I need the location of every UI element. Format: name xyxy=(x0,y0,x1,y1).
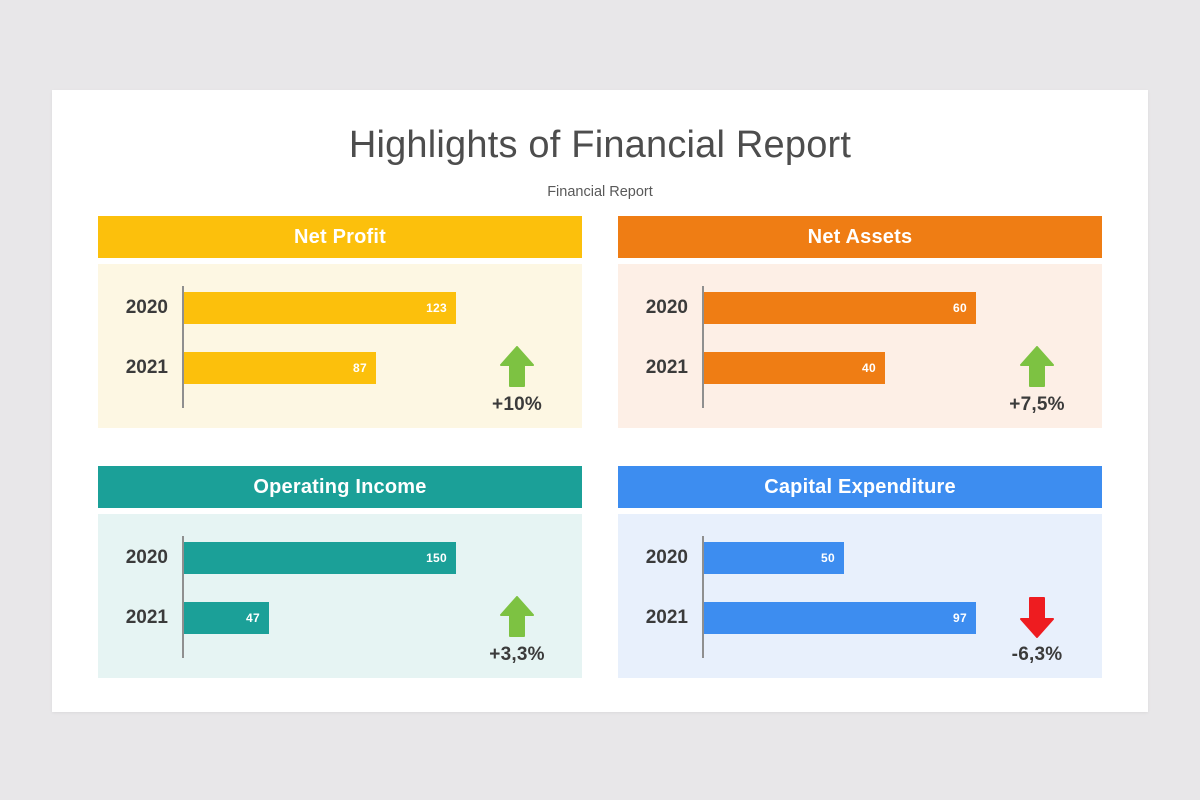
bar[interactable]: 150 xyxy=(184,542,456,574)
bar-track: 150 xyxy=(184,542,456,574)
arrow-up-icon xyxy=(500,346,534,387)
card-body: 2020 150 2021 47 +3,3% xyxy=(98,514,582,678)
bar-category-label: 2021 xyxy=(645,357,688,378)
bar-category-label: 2021 xyxy=(125,607,168,628)
card-title: Net Assets xyxy=(807,225,913,248)
card-title: Capital Expenditure xyxy=(764,475,956,498)
horizontal-bar-chart: 2020 60 2021 40 +7,5% xyxy=(618,264,1102,428)
card-title: Operating Income xyxy=(253,475,427,498)
bar-value-label: 123 xyxy=(426,301,447,315)
bar-category-label: 2020 xyxy=(125,297,168,318)
bar-track: 47 xyxy=(184,602,269,634)
card-header: Capital Expenditure xyxy=(618,466,1102,508)
bar-track: 97 xyxy=(704,602,976,634)
trend-percent-label: -6,3% xyxy=(1011,644,1063,665)
metric-card-net-assets[interactable]: Net Assets 2020 60 2021 40 +7,5% xyxy=(618,216,1102,428)
bar-row: 2020 50 xyxy=(618,542,1102,574)
trend-indicator: +7,5% xyxy=(994,346,1080,416)
bar-value-label: 150 xyxy=(426,551,447,565)
trend-indicator: -6,3% xyxy=(994,596,1080,666)
horizontal-bar-chart: 2020 123 2021 87 +10% xyxy=(98,264,582,428)
bar-value-label: 47 xyxy=(246,611,260,625)
bar[interactable]: 47 xyxy=(184,602,269,634)
page-subtitle: Financial Report xyxy=(547,183,653,200)
trend-indicator: +3,3% xyxy=(474,596,560,666)
bar[interactable]: 60 xyxy=(704,292,976,324)
bar-category-label: 2021 xyxy=(645,607,688,628)
bar[interactable]: 123 xyxy=(184,292,456,324)
metric-card-grid: Net Profit 2020 123 2021 87 +10% Net Ass… xyxy=(98,216,1102,678)
bar-track: 40 xyxy=(704,352,885,384)
bar-value-label: 40 xyxy=(862,361,876,375)
bar-category-label: 2020 xyxy=(645,547,688,568)
metric-card-operating-income[interactable]: Operating Income 2020 150 2021 47 +3,3% xyxy=(98,466,582,678)
horizontal-bar-chart: 2020 50 2021 97 -6,3% xyxy=(618,514,1102,678)
bar[interactable]: 40 xyxy=(704,352,885,384)
arrow-up-icon xyxy=(1020,346,1054,387)
trend-percent-label: +7,5% xyxy=(1009,394,1065,415)
bar-value-label: 60 xyxy=(953,301,967,315)
bar-track: 50 xyxy=(704,542,844,574)
bar-value-label: 50 xyxy=(821,551,835,565)
slide-canvas: Highlights of Financial Report Financial… xyxy=(52,90,1148,712)
trend-percent-label: +10% xyxy=(492,394,542,415)
arrow-up-icon xyxy=(500,596,534,637)
bar-track: 123 xyxy=(184,292,456,324)
bar-row: 2020 150 xyxy=(98,542,582,574)
card-body: 2020 50 2021 97 -6,3% xyxy=(618,514,1102,678)
card-title: Net Profit xyxy=(294,225,386,248)
metric-card-net-profit[interactable]: Net Profit 2020 123 2021 87 +10% xyxy=(98,216,582,428)
bar-value-label: 97 xyxy=(953,611,967,625)
card-body: 2020 123 2021 87 +10% xyxy=(98,264,582,428)
bar-category-label: 2020 xyxy=(645,297,688,318)
card-header: Operating Income xyxy=(98,466,582,508)
bar-track: 60 xyxy=(704,292,976,324)
bar[interactable]: 50 xyxy=(704,542,844,574)
card-header: Net Assets xyxy=(618,216,1102,258)
arrow-down-icon xyxy=(1020,597,1054,638)
bar-row: 2020 60 xyxy=(618,292,1102,324)
bar-category-label: 2020 xyxy=(125,547,168,568)
bar[interactable]: 97 xyxy=(704,602,976,634)
bar-category-label: 2021 xyxy=(125,357,168,378)
metric-card-capital-expenditure[interactable]: Capital Expenditure 2020 50 2021 97 -6,3… xyxy=(618,466,1102,678)
card-body: 2020 60 2021 40 +7,5% xyxy=(618,264,1102,428)
bar[interactable]: 87 xyxy=(184,352,376,384)
card-header: Net Profit xyxy=(98,216,582,258)
trend-percent-label: +3,3% xyxy=(489,644,545,665)
bar-row: 2020 123 xyxy=(98,292,582,324)
horizontal-bar-chart: 2020 150 2021 47 +3,3% xyxy=(98,514,582,678)
bar-track: 87 xyxy=(184,352,376,384)
bar-value-label: 87 xyxy=(353,361,367,375)
page-title: Highlights of Financial Report xyxy=(348,124,852,166)
trend-indicator: +10% xyxy=(474,346,560,416)
